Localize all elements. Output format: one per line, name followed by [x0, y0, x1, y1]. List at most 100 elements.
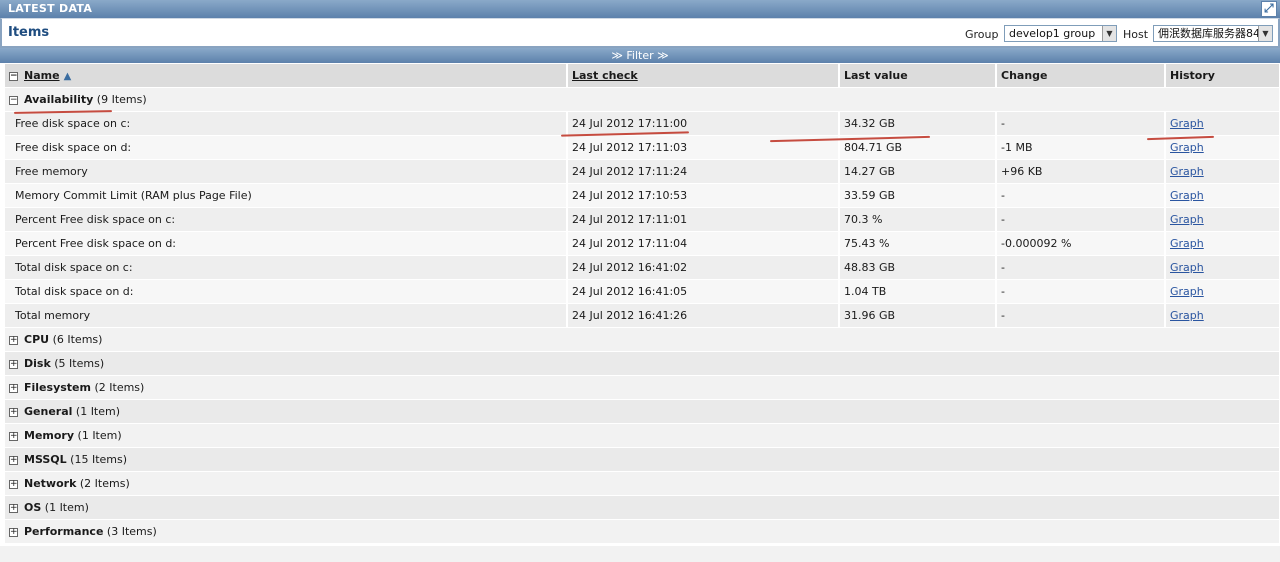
- group-cell: + OS (1 Item): [5, 496, 1279, 520]
- plus-box-icon[interactable]: +: [9, 359, 18, 369]
- item-change: -: [997, 304, 1164, 328]
- table-row: Total memory 24 Jul 2012 16:41:26 31.96 GB…: [5, 304, 1279, 328]
- fullscreen-icon[interactable]: ⤢: [1261, 1, 1277, 17]
- group-select[interactable]: develop1 group ▼: [1004, 25, 1117, 42]
- sort-by-name-link[interactable]: Name: [24, 69, 60, 82]
- graph-link[interactable]: Graph: [1170, 117, 1204, 130]
- table-row: Memory Commit Limit (RAM plus Page File)…: [5, 184, 1279, 208]
- chevron-down-icon: ▼: [1102, 26, 1116, 41]
- item-change: -: [997, 184, 1164, 208]
- group-cell: + CPU (6 Items): [5, 328, 1279, 352]
- graph-link[interactable]: Graph: [1170, 141, 1204, 154]
- minus-box-icon[interactable]: −: [9, 95, 18, 105]
- plus-box-icon[interactable]: +: [9, 431, 18, 441]
- plus-box-icon[interactable]: +: [9, 455, 18, 465]
- item-name: Memory Commit Limit (RAM plus Page File): [5, 184, 566, 208]
- group-row-cpu[interactable]: + CPU (6 Items): [5, 328, 1279, 352]
- graph-link[interactable]: Graph: [1170, 165, 1204, 178]
- group-name: Performance: [24, 525, 104, 538]
- group-count: (9 Items): [96, 93, 147, 106]
- graph-link[interactable]: Graph: [1170, 213, 1204, 226]
- group-count: (3 Items): [106, 525, 157, 538]
- minus-box-icon[interactable]: −: [9, 71, 18, 81]
- group-row-mssql[interactable]: + MSSQL (15 Items): [5, 448, 1279, 472]
- table-row: Total disk space on d: 24 Jul 2012 16:41:…: [5, 280, 1279, 304]
- group-cell: + Memory (1 Item): [5, 424, 1279, 448]
- group-count: (1 Item): [77, 429, 122, 442]
- item-last-check: 24 Jul 2012 17:11:24: [568, 160, 838, 184]
- group-cell: + Performance (3 Items): [5, 520, 1279, 544]
- group-row-general[interactable]: + General (1 Item): [5, 400, 1279, 424]
- item-last-value: 33.59 GB: [840, 184, 995, 208]
- item-history: Graph: [1166, 232, 1279, 256]
- item-last-check: 24 Jul 2012 17:11:04: [568, 232, 838, 256]
- graph-link[interactable]: Graph: [1170, 309, 1204, 322]
- group-name: Network: [24, 477, 77, 490]
- group-row-availability[interactable]: − Availability (9 Items): [5, 88, 1279, 112]
- graph-link[interactable]: Graph: [1170, 261, 1204, 274]
- column-header-name[interactable]: − Name ▲: [5, 64, 566, 88]
- plus-box-icon[interactable]: +: [9, 335, 18, 345]
- item-history: Graph: [1166, 304, 1279, 328]
- group-cell: + General (1 Item): [5, 400, 1279, 424]
- table-row: Free disk space on d: 24 Jul 2012 17:11:0…: [5, 136, 1279, 160]
- item-last-value: 31.96 GB: [840, 304, 995, 328]
- group-count: (2 Items): [94, 381, 145, 394]
- group-label: Group: [965, 28, 999, 41]
- plus-box-icon[interactable]: +: [9, 407, 18, 417]
- item-name: Percent Free disk space on d:: [5, 232, 566, 256]
- item-last-check: 24 Jul 2012 17:10:53: [568, 184, 838, 208]
- graph-link[interactable]: Graph: [1170, 189, 1204, 202]
- item-change: -: [997, 280, 1164, 304]
- group-row-memory[interactable]: + Memory (1 Item): [5, 424, 1279, 448]
- group-count: (5 Items): [54, 357, 105, 370]
- chevron-down-icon: ▼: [1258, 26, 1272, 41]
- table-row: Free memory 24 Jul 2012 17:11:24 14.27 GB +…: [5, 160, 1279, 184]
- item-last-value: 48.83 GB: [840, 256, 995, 280]
- group-count: (2 Items): [79, 477, 130, 490]
- plus-box-icon[interactable]: +: [9, 383, 18, 393]
- group-count: (1 Item): [75, 405, 121, 418]
- window-titlebar: LATEST DATA ⤢: [0, 0, 1280, 18]
- graph-link[interactable]: Graph: [1170, 285, 1204, 298]
- table-body: − Availability (9 Items) Free disk space o…: [5, 88, 1279, 544]
- item-history: Graph: [1166, 160, 1279, 184]
- item-last-check: 24 Jul 2012 16:41:05: [568, 280, 838, 304]
- column-header-history: History: [1166, 64, 1279, 88]
- group-row-network[interactable]: + Network (2 Items): [5, 472, 1279, 496]
- plus-box-icon[interactable]: +: [9, 479, 18, 489]
- plus-box-icon[interactable]: +: [9, 527, 18, 537]
- item-last-check: 24 Jul 2012 16:41:02: [568, 256, 838, 280]
- host-label: Host: [1123, 28, 1149, 41]
- column-header-last-check[interactable]: Last check: [568, 64, 838, 88]
- group-name: Disk: [24, 357, 51, 370]
- filter-toggle[interactable]: ≫ Filter ≫: [0, 48, 1280, 63]
- plus-box-icon[interactable]: +: [9, 503, 18, 513]
- item-change: -0.000092 %: [997, 232, 1164, 256]
- group-row-filesystem[interactable]: + Filesystem (2 Items): [5, 376, 1279, 400]
- group-row-os[interactable]: + OS (1 Item): [5, 496, 1279, 520]
- item-last-value: 1.04 TB: [840, 280, 995, 304]
- item-name: Free disk space on c:: [5, 112, 566, 136]
- group-row-disk[interactable]: + Disk (5 Items): [5, 352, 1279, 376]
- item-name: Percent Free disk space on c:: [5, 208, 566, 232]
- items-header: Items Group develop1 group ▼ Host 佣泯数据库服…: [0, 18, 1280, 48]
- item-history: Graph: [1166, 184, 1279, 208]
- item-change: +96 KB: [997, 160, 1164, 184]
- sort-by-last-check-link[interactable]: Last check: [572, 69, 638, 82]
- graph-link[interactable]: Graph: [1170, 237, 1204, 250]
- group-cell: + Network (2 Items): [5, 472, 1279, 496]
- item-last-check: 24 Jul 2012 17:11:00: [568, 112, 838, 136]
- host-select[interactable]: 佣泯数据库服务器84 ▼: [1153, 25, 1273, 42]
- item-last-value: 14.27 GB: [840, 160, 995, 184]
- table-row: Total disk space on c: 24 Jul 2012 16:41:…: [5, 256, 1279, 280]
- table-row: Percent Free disk space on c: 24 Jul 2012…: [5, 208, 1279, 232]
- group-row-performance[interactable]: + Performance (3 Items): [5, 520, 1279, 544]
- item-history: Graph: [1166, 208, 1279, 232]
- column-header-last-value: Last value: [840, 64, 995, 88]
- group-cell: + Filesystem (2 Items): [5, 376, 1279, 400]
- latest-data-table: − Name ▲ Last check Last value Change Hist…: [3, 64, 1280, 544]
- column-header-change: Change: [997, 64, 1164, 88]
- group-name: General: [24, 405, 73, 418]
- group-name: Memory: [24, 429, 75, 442]
